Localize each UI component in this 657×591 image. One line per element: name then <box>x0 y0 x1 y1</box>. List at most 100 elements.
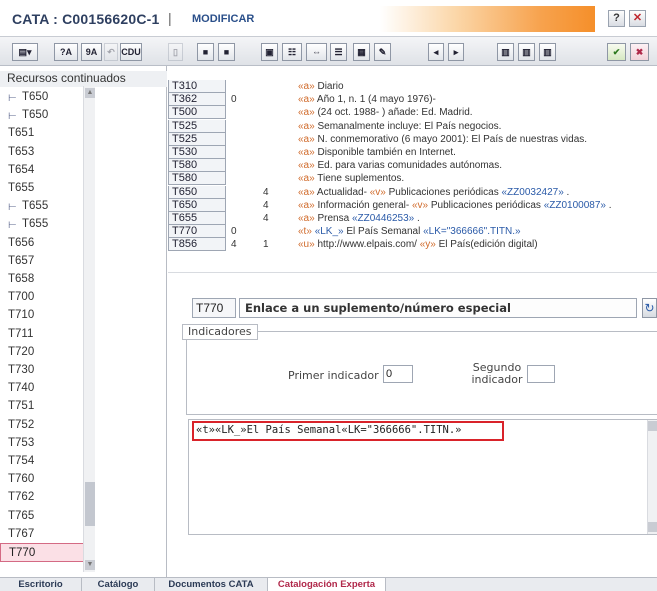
tree-item[interactable]: T710 <box>0 306 84 325</box>
tab-catalogacion-experta[interactable]: Catalogación Experta <box>268 578 386 591</box>
tree-item[interactable]: ⊢ T650 <box>0 106 84 125</box>
tree-item[interactable]: T767 <box>0 525 84 544</box>
link-icon[interactable]: ⇔ <box>306 43 327 61</box>
table-row[interactable]: T310 «a» Diario <box>168 80 657 93</box>
title-separator: | <box>168 10 172 26</box>
table-row[interactable]: T650 4 «a» Información general- «v» Public… <box>168 198 657 212</box>
tree-item-label: T657 <box>8 254 35 267</box>
prev-icon[interactable]: ◂ <box>428 43 444 61</box>
table-row[interactable]: T530 «a» Disponible también en Internet. <box>168 146 657 159</box>
tree-item-label: T655 <box>22 218 49 231</box>
content-scrollbar[interactable] <box>647 420 657 534</box>
record-menu-icon[interactable]: ▤▾ <box>12 43 38 61</box>
tree-item[interactable]: T700 <box>0 288 84 307</box>
table-row[interactable]: T525 «a» N. conmemorativo (6 mayo 2001): … <box>168 132 657 146</box>
row-value: «a» N. conmemorativo (6 mayo 2001): El P… <box>298 133 588 145</box>
first-indicator-label: Primer indicador <box>288 369 379 382</box>
tree-item[interactable]: T657 <box>0 252 84 271</box>
table-row[interactable]: T525 «a» Semanalmente incluye: El País ne… <box>168 119 657 133</box>
edit-icon[interactable]: ✎ <box>374 43 391 61</box>
scroll-up-icon[interactable]: ▲ <box>85 88 95 98</box>
refresh-icon[interactable]: ↻ <box>642 298 657 318</box>
row-tag: T525 <box>168 119 226 133</box>
help-button[interactable]: ? <box>608 10 625 27</box>
cdu-button[interactable]: CDU <box>120 43 142 61</box>
tree-item[interactable]: T760 <box>0 470 84 489</box>
record-table: T310 «a» Diario T362 0 «a» Año 1, n. 1 (4 ma… <box>168 66 657 272</box>
tree-scrollbar[interactable]: ▲ ▼ <box>83 86 95 572</box>
tree-item[interactable]: T653 <box>0 143 84 162</box>
row-indicator-1: 4 <box>231 239 237 251</box>
close-button[interactable]: ✕ <box>629 10 646 27</box>
field-tag-input[interactable]: T770 <box>192 298 236 318</box>
field-title: Enlace a un suplemento/número especial <box>239 298 637 318</box>
tree-item[interactable]: T751 <box>0 397 84 416</box>
table-row[interactable]: T650 4 «a» Actualidad- «v» Publicaciones p… <box>168 185 657 199</box>
list-icon[interactable]: ☷ <box>282 43 302 61</box>
image-icon[interactable]: ▣ <box>261 43 278 61</box>
tree-item[interactable]: T654 <box>0 161 84 180</box>
layout-three-icon[interactable]: ▥ <box>539 43 556 61</box>
tree-item[interactable]: T770 <box>0 543 84 562</box>
save-icon[interactable]: ▦ <box>353 43 370 61</box>
tree-item[interactable]: ⊢ T655 <box>0 197 84 216</box>
content-scroll-up-icon[interactable] <box>648 421 657 431</box>
next-icon[interactable]: ▸ <box>448 43 464 61</box>
layout-two-icon[interactable]: ▥ <box>518 43 535 61</box>
table-row[interactable]: T362 0 «a» Año 1, n. 1 (4 mayo 1976)- <box>168 93 657 107</box>
row-tag: T655 <box>168 212 226 225</box>
table-row[interactable]: T655 4 «a» Prensa «ZZ0446253» . <box>168 212 657 225</box>
toolbar: ▤▾ ?A 9A ↶ CDU ▯ ■ ■ ▣ ☷ ⇔ ☰ ▦ ✎ ◂ ▸ ▥ ▥… <box>0 36 657 66</box>
tree-item[interactable]: T762 <box>0 488 84 507</box>
confirm-icon[interactable]: ✔ <box>607 43 626 61</box>
table-row[interactable]: T580 «a» Tiene suplementos. <box>168 172 657 186</box>
row-indicator-1: 0 <box>231 226 237 238</box>
tree-item-label: T730 <box>8 364 35 376</box>
tab-documentos-cata[interactable]: Documentos CATA <box>155 578 268 591</box>
cancel-icon[interactable]: ✖ <box>630 43 649 61</box>
tree-item[interactable]: T711 <box>0 325 84 344</box>
tree-item[interactable]: ⊢ T655 <box>0 215 84 234</box>
bold-icon[interactable]: ■ <box>197 43 214 61</box>
row-value: «a» (24 oct. 1988- ) añade: Ed. Madrid. <box>298 107 473 119</box>
tree-item[interactable]: T752 <box>0 416 84 435</box>
tree-item[interactable]: T754 <box>0 452 84 471</box>
tree-item[interactable]: T651 <box>0 124 84 143</box>
tree-item-label: T754 <box>8 455 35 467</box>
tree-item[interactable]: T658 <box>0 270 84 289</box>
tree-item-label: T650 <box>22 109 49 122</box>
table-row[interactable]: T580 «a» Ed. para varias comunidades autó… <box>168 159 657 173</box>
tab-escritorio[interactable]: Escritorio <box>0 578 82 591</box>
field-content-text[interactable]: «t»«LK_»El País Semanal«LK="366666".TITN… <box>192 421 504 441</box>
tree-item[interactable]: ⊢ T650 <box>0 88 84 107</box>
tree-item[interactable]: T765 <box>0 507 84 526</box>
sort-button[interactable]: 9A <box>81 43 102 61</box>
content-scroll-down-icon[interactable] <box>648 522 657 532</box>
tree-item-label: T740 <box>8 382 35 395</box>
tree-item[interactable]: T655 <box>0 179 84 198</box>
tree-item[interactable]: T720 <box>0 343 84 362</box>
scroll-thumb[interactable] <box>85 482 95 526</box>
tree-item-label: T656 <box>8 236 35 249</box>
abc-button[interactable]: ?A <box>54 43 78 61</box>
row-value: «a» Actualidad- «v» Publicaciones periód… <box>298 186 570 198</box>
table-row[interactable]: T500 «a» (24 oct. 1988- ) añade: Ed. Madr… <box>168 106 657 120</box>
tree-item[interactable]: T753 <box>0 434 84 453</box>
scroll-down-icon[interactable]: ▼ <box>85 560 95 570</box>
second-indicator-input[interactable] <box>527 365 555 383</box>
row-indicator-1: 0 <box>231 94 237 106</box>
tree-item[interactable]: T656 <box>0 234 84 253</box>
layout-one-icon[interactable]: ▥ <box>497 43 514 61</box>
row-value: «a» Semanalmente incluye: El País negoci… <box>298 120 502 132</box>
italic-icon[interactable]: ■ <box>218 43 235 61</box>
row-value: «a» Año 1, n. 1 (4 mayo 1976)- <box>298 94 436 106</box>
indent-icon[interactable]: ☰ <box>330 43 347 61</box>
first-indicator-input[interactable]: 0 <box>383 365 413 383</box>
tree-item[interactable]: T740 <box>0 379 84 398</box>
row-indicator-2: 4 <box>263 199 269 211</box>
tree-item[interactable]: T730 <box>0 361 84 380</box>
table-row[interactable]: T856 4 1 «u» http://www.elpais.com/ «y» El … <box>168 238 657 252</box>
table-row[interactable]: T770 0 «t» «LK_» El País Semanal «LK="3666… <box>168 225 657 239</box>
row-tag: T650 <box>168 185 226 199</box>
tab-catalogo[interactable]: Catálogo <box>82 578 155 591</box>
